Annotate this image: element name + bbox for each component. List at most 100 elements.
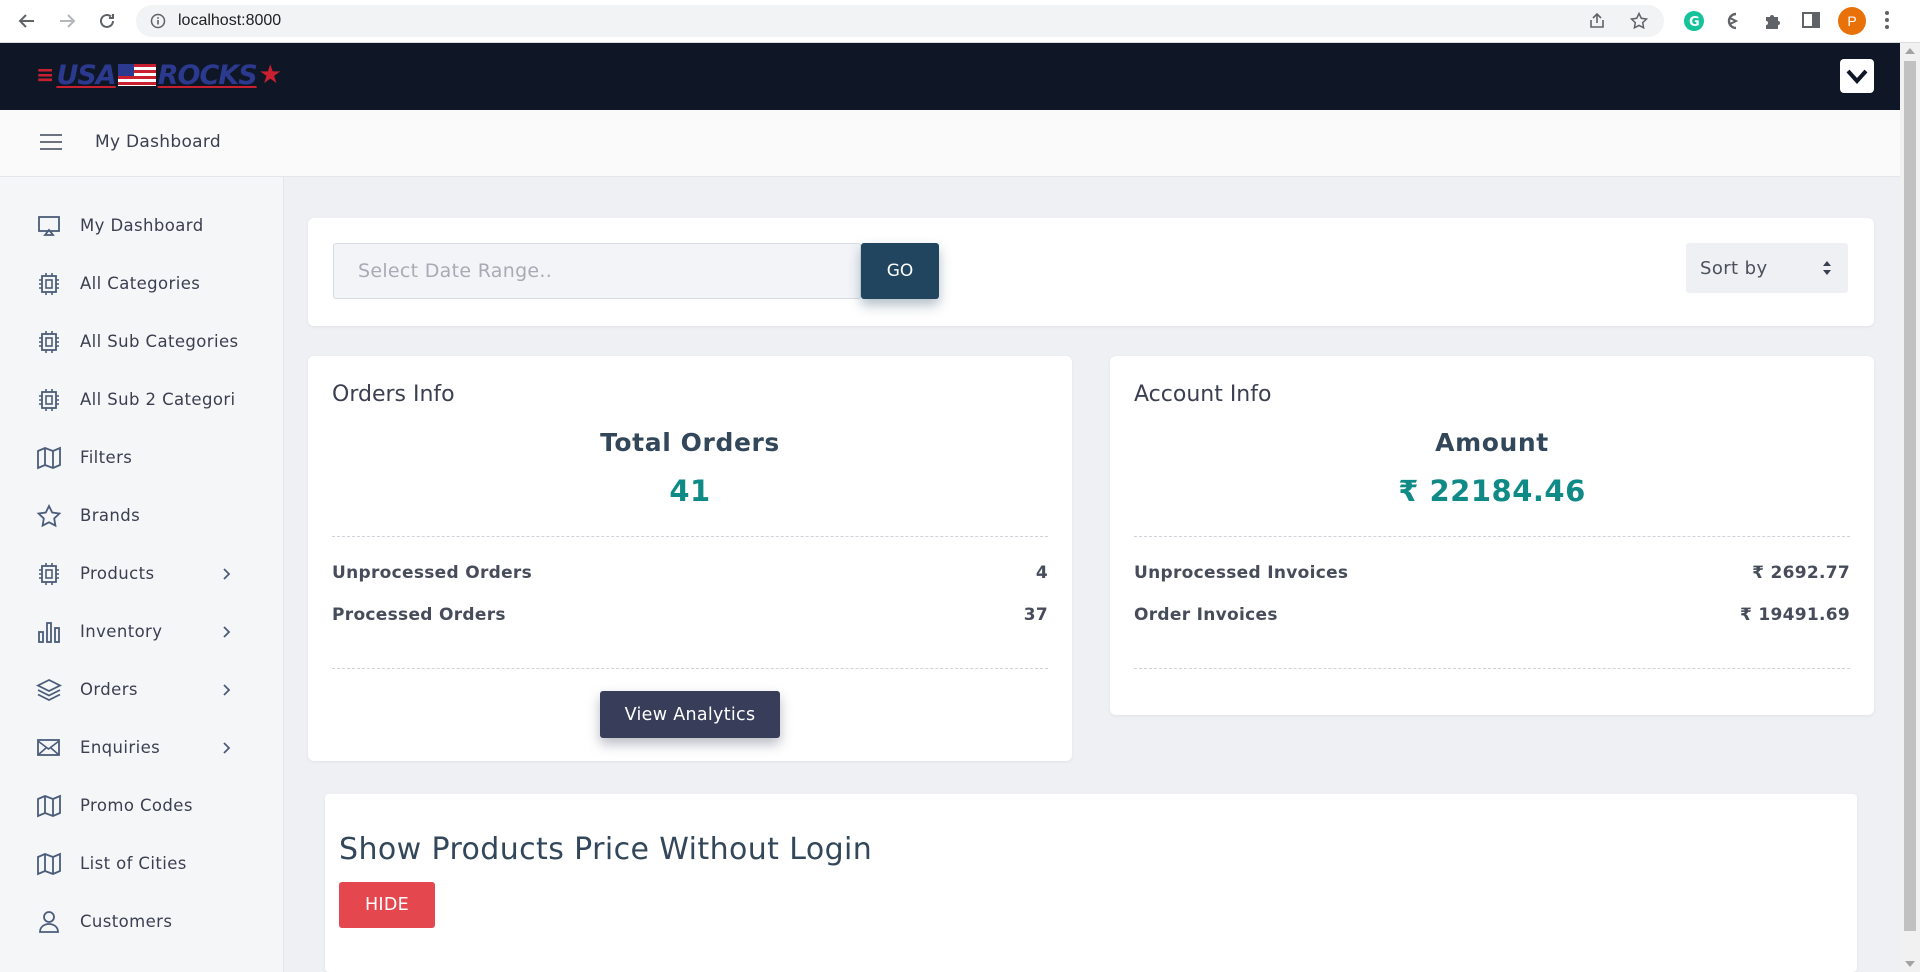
map-icon: [37, 446, 61, 470]
reload-icon: [100, 13, 114, 28]
scroll-down-icon[interactable]: [1905, 961, 1915, 967]
sidebar-item-label: All Categories: [80, 274, 201, 293]
flag-icon: [117, 64, 156, 86]
user-menu-button[interactable]: [1840, 59, 1874, 93]
site-info-icon: [150, 13, 166, 29]
divider: [332, 668, 1048, 669]
sidebar-item-filters[interactable]: Filters: [0, 435, 284, 481]
sidebar-item-products[interactable]: Products: [0, 551, 284, 597]
sidebar-item-label: All Sub 2 Categori: [80, 390, 236, 409]
profile-avatar[interactable]: P: [1838, 7, 1866, 35]
sidebar-item-my-dashboard[interactable]: My Dashboard: [0, 203, 284, 249]
stat-row-order-invoices: Order Invoices ₹ 19491.69: [1134, 605, 1850, 625]
stat-value: 37: [1023, 605, 1048, 625]
back-arrow-icon: [18, 14, 34, 28]
sidebar-item-label: My Dashboard: [80, 216, 204, 235]
account-info-title: Account Info: [1134, 382, 1272, 407]
account-info-card: Account Info Amount ₹ 22184.46 Unprocess…: [1110, 356, 1874, 715]
address-bar[interactable]: localhost:8000: [136, 5, 1664, 37]
extension-icon[interactable]: [1722, 10, 1744, 32]
go-button[interactable]: GO: [861, 243, 939, 299]
map-icon: [37, 852, 61, 876]
url-text: localhost:8000: [178, 12, 282, 29]
mail-icon: [37, 739, 60, 756]
select-arrows-icon: [1823, 261, 1831, 275]
stat-label: Unprocessed Invoices: [1134, 563, 1349, 583]
side-panel-icon[interactable]: [1801, 10, 1821, 30]
date-range-input[interactable]: Select Date Range..: [333, 243, 861, 299]
chevron-down-icon: [1846, 69, 1868, 84]
sidebar-item-brands[interactable]: Brands: [0, 493, 284, 539]
page-title: My Dashboard: [95, 132, 221, 152]
user-icon: [39, 911, 59, 933]
amount-heading: Amount: [1435, 428, 1549, 457]
chip-icon: [39, 273, 59, 295]
layers-icon: [36, 678, 62, 702]
sidebar-item-label: Customers: [80, 912, 173, 931]
star-icon: [36, 504, 62, 528]
kebab-menu-icon[interactable]: [1884, 10, 1890, 30]
sidebar-item-customers[interactable]: Customers: [0, 899, 284, 945]
map-icon: [37, 794, 61, 818]
divider: [1134, 668, 1850, 669]
orders-info-card: Orders Info Total Orders 41 Unprocessed …: [308, 356, 1072, 761]
sidebar-item-label: Inventory: [80, 622, 163, 641]
sidebar-item-list-of-cities[interactable]: List of Cities: [0, 841, 284, 887]
sidebar-item-orders[interactable]: Orders: [0, 667, 284, 713]
chip-icon: [39, 563, 59, 585]
orders-info-title: Orders Info: [332, 382, 455, 407]
monitor-icon: [38, 216, 60, 236]
star-logo-icon: ★: [258, 60, 282, 90]
sidebar-item-all-sub-categories[interactable]: All Sub Categories: [0, 319, 284, 365]
chevron-right-icon: [223, 568, 231, 580]
sidebar-item-label: Promo Codes: [80, 796, 193, 815]
grammarly-icon[interactable]: G: [1683, 10, 1705, 32]
browser-toolbar: localhost:8000 G P: [0, 0, 1920, 43]
back-button[interactable]: [14, 8, 40, 34]
scrollbar-thumb[interactable]: [1904, 61, 1916, 931]
price-visibility-title: Show Products Price Without Login: [339, 832, 873, 867]
reload-button[interactable]: [94, 8, 120, 34]
scroll-up-icon[interactable]: [1905, 48, 1915, 54]
sub-header: My Dashboard: [0, 110, 1900, 177]
forward-button[interactable]: [54, 8, 80, 34]
sort-by-select[interactable]: Sort by: [1686, 243, 1848, 293]
chip-icon: [39, 389, 59, 411]
view-analytics-button[interactable]: View Analytics: [600, 691, 780, 738]
chevron-right-icon: [223, 742, 231, 754]
puzzle-icon[interactable]: [1762, 10, 1784, 32]
logo-wings-icon: ≡: [36, 62, 55, 88]
price-visibility-card: Show Products Price Without Login HIDE: [325, 794, 1857, 972]
sidebar-item-label: Brands: [80, 506, 141, 525]
sidebar-item-promo-codes[interactable]: Promo Codes: [0, 783, 284, 829]
sidebar-item-label: Products: [80, 564, 155, 583]
bookmark-star-icon[interactable]: [1630, 12, 1648, 30]
total-orders-value: 41: [669, 474, 711, 508]
sidebar-item-inventory[interactable]: Inventory: [0, 609, 284, 655]
hide-button[interactable]: HIDE: [339, 882, 435, 928]
filter-card: Select Date Range.. GO Sort by: [308, 218, 1874, 326]
forward-arrow-icon: [60, 14, 76, 28]
stat-value: ₹ 19491.69: [1739, 605, 1850, 625]
stat-row-processed-orders: Processed Orders 37: [332, 605, 1048, 625]
stat-value: ₹ 2692.77: [1752, 563, 1850, 583]
menu-toggle-icon[interactable]: [40, 134, 62, 152]
amount-value: ₹ 22184.46: [1398, 474, 1586, 508]
sidebar: My Dashboard All Categories All Sub Cate…: [0, 177, 284, 972]
stat-value: 4: [1035, 563, 1048, 583]
sidebar-item-all-categories[interactable]: All Categories: [0, 261, 284, 307]
stat-label: Order Invoices: [1134, 605, 1278, 625]
sidebar-item-label: All Sub Categories: [80, 332, 239, 351]
logo[interactable]: ≡ USA ROCKS ★: [36, 57, 282, 93]
stat-row-unprocessed-invoices: Unprocessed Invoices ₹ 2692.77: [1134, 563, 1850, 583]
divider: [332, 536, 1048, 537]
sidebar-item-enquiries[interactable]: Enquiries: [0, 725, 284, 771]
sidebar-item-label: Filters: [80, 448, 133, 467]
logo-text-left: USA: [56, 59, 116, 91]
stat-label: Unprocessed Orders: [332, 563, 533, 583]
sidebar-item-all-sub-2-categories[interactable]: All Sub 2 Categori: [0, 377, 284, 423]
share-icon[interactable]: [1588, 12, 1606, 30]
page-scrollbar[interactable]: [1900, 43, 1920, 972]
divider: [1134, 536, 1850, 537]
svg-text:G: G: [1689, 15, 1700, 30]
